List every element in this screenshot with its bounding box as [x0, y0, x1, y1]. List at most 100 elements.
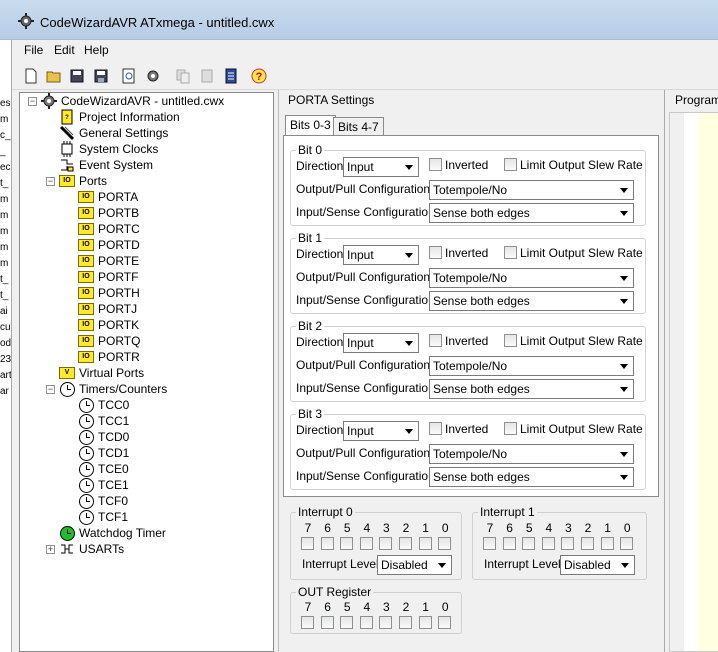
bit-0-limit-slew-checkbox[interactable] [504, 158, 517, 171]
chip-icon [58, 141, 76, 157]
bit-2-direction-select[interactable]: Input [343, 333, 419, 353]
interrupt-1-bit-6-checkbox[interactable] [502, 537, 516, 550]
out-register-bit-3-checkbox[interactable] [379, 616, 393, 629]
tree-item-portq[interactable]: IO PORTQ [77, 333, 140, 349]
bit-2-output-pull-select[interactable]: Totempole/No [429, 356, 634, 376]
bit-1-inverted-checkbox[interactable] [429, 246, 442, 259]
tree-item-tcd0[interactable]: TCD0 [77, 429, 129, 445]
tree-item-tcf1[interactable]: TCF1 [77, 509, 128, 525]
bit-1-output-pull-select[interactable]: Totempole/No [429, 268, 634, 288]
bit-1-direction-select[interactable]: Input [343, 245, 419, 265]
interrupt-1-bit-4-checkbox[interactable] [541, 537, 555, 550]
out-register-bit-0-checkbox[interactable] [438, 616, 452, 629]
save-all-icon[interactable] [92, 67, 110, 85]
paste-icon[interactable] [198, 67, 216, 85]
timers-expander[interactable]: − [46, 385, 55, 394]
usarts-expander[interactable]: + [46, 545, 55, 554]
preview-icon[interactable] [120, 67, 138, 85]
tree-item-project-information[interactable]: ? Project Information [58, 109, 180, 125]
tab-bits-4-7[interactable]: Bits 4-7 [333, 117, 384, 137]
interrupt-0-bit-6-checkbox[interactable] [320, 537, 334, 550]
out-register-bit-4-checkbox[interactable] [359, 616, 373, 629]
interrupt-0-bit-7-checkbox[interactable] [301, 537, 314, 550]
tree-item-tcf0[interactable]: TCF0 [77, 493, 128, 509]
tree-item-portf[interactable]: IO PORTF [77, 269, 138, 285]
interrupt-1-bit-3-checkbox[interactable] [561, 537, 575, 550]
root-expander[interactable]: − [28, 97, 37, 106]
tree-item-tcc0[interactable]: TCC0 [77, 397, 129, 413]
bit-0-direction-select[interactable]: Input [343, 157, 419, 177]
tree-item-portb[interactable]: IO PORTB [77, 205, 139, 221]
save-icon[interactable] [68, 67, 86, 85]
tree-item-portc[interactable]: IO PORTC [77, 221, 140, 237]
tree-item-tcd1[interactable]: TCD1 [77, 445, 129, 461]
ports-expander[interactable]: − [46, 177, 55, 186]
bit-0-input-sense-select[interactable]: Sense both edges [429, 203, 634, 223]
tree-item-event-system[interactable]: Event System [58, 157, 153, 173]
tree-item-system-clocks[interactable]: System Clocks [58, 141, 158, 157]
tree-item-portk[interactable]: IO PORTK [77, 317, 139, 333]
bit-3-direction-select[interactable]: Input [343, 421, 419, 441]
tree-item-timers-label: Timers/Counters [79, 382, 168, 396]
bit-3-limit-slew-checkbox[interactable] [504, 422, 517, 435]
bit-0-inverted-checkbox[interactable] [429, 158, 442, 171]
help-icon[interactable]: ? [250, 67, 268, 85]
interrupt-1-bit-0-checkbox[interactable] [620, 537, 634, 550]
interrupt-1-bit-5-checkbox[interactable] [522, 537, 536, 550]
tree-item-tce0[interactable]: TCE0 [77, 461, 129, 477]
interrupt-0-bit-1-checkbox[interactable] [418, 537, 432, 550]
interrupt-0-bit-3-checkbox[interactable] [379, 537, 393, 550]
bit-0-output-pull-select-value: Totempole/No [433, 183, 508, 197]
tab-bits-0-3[interactable]: Bits 0-3 [285, 115, 336, 137]
tree-item-tcc1[interactable]: TCC1 [77, 413, 129, 429]
tree-item-timers[interactable]: Timers/Counters [58, 381, 167, 397]
copy-icon[interactable] [174, 67, 192, 85]
tree-item-ports[interactable]: IO Ports [58, 173, 107, 189]
bit-1-limit-slew-checkbox[interactable] [504, 246, 517, 259]
tree-item-porta[interactable]: IO PORTA [77, 189, 138, 205]
out-register-bit-2-checkbox[interactable] [399, 616, 412, 629]
open-icon[interactable] [45, 67, 63, 85]
interrupt-0-level-select[interactable]: Disabled [377, 555, 452, 575]
bit-3-output-pull-select[interactable]: Totempole/No [429, 444, 634, 464]
bit-3-inverted-checkbox[interactable] [429, 422, 442, 435]
tree-item-general-settings[interactable]: General Settings [58, 125, 168, 141]
bit-2-limit-slew-checkbox[interactable] [504, 334, 517, 347]
project-tree[interactable]: − CodeWizardAVR - untitled.cwx? Project In… [19, 92, 274, 652]
tree-item-usarts[interactable]: USARTs [58, 541, 124, 557]
generate-icon[interactable] [144, 67, 162, 85]
tree-item-porth[interactable]: IO PORTH [77, 285, 140, 301]
out-register-bit-7-checkbox[interactable] [301, 616, 314, 629]
tree-item-virtual-ports[interactable]: V Virtual Ports [58, 365, 144, 381]
bit-3-input-sense-select[interactable]: Sense both edges [429, 467, 634, 487]
tree-item-portd[interactable]: IO PORTD [77, 237, 140, 253]
tree-item-porte[interactable]: IO PORTE [77, 253, 139, 269]
interrupt-1-bit-7-checkbox[interactable] [483, 537, 496, 550]
event-icon [58, 157, 76, 173]
tree-item-tce1[interactable]: TCE1 [77, 477, 129, 493]
out-register-bit-6-checkbox[interactable] [320, 616, 334, 629]
interrupt-0-bit-4-checkbox[interactable] [359, 537, 373, 550]
interrupt-1-level-select[interactable]: Disabled [560, 555, 635, 575]
interrupt-0-bit-2-checkbox[interactable] [399, 537, 412, 550]
bit-2-inverted-checkbox[interactable] [429, 334, 442, 347]
interrupt-0-bit-0-checkbox[interactable] [438, 537, 452, 550]
interrupt-1-bit-1-checkbox[interactable] [600, 537, 614, 550]
menu-edit[interactable]: Edit [54, 41, 75, 59]
out-register-bit-5-checkbox[interactable] [340, 616, 354, 629]
out-register-bit-1-checkbox[interactable] [418, 616, 432, 629]
bit-0-output-pull-select[interactable]: Totempole/No [429, 180, 634, 200]
bit-2-input-sense-select[interactable]: Sense both edges [429, 379, 634, 399]
bit-1-input-sense-select[interactable]: Sense both edges [429, 291, 634, 311]
notes-icon[interactable] [222, 67, 240, 85]
tree-root[interactable]: CodeWizardAVR - untitled.cwx [40, 93, 224, 109]
menu-help[interactable]: Help [84, 41, 109, 59]
interrupt-0-bit-5-checkbox[interactable] [340, 537, 354, 550]
new-icon[interactable] [22, 67, 40, 85]
tree-item-portr[interactable]: IO PORTR [77, 349, 140, 365]
tree-item-portj[interactable]: IO PORTJ [77, 301, 137, 317]
tree-item-watchdog[interactable]: Watchdog Timer [58, 525, 166, 541]
interrupt-1-bit-2-checkbox[interactable] [581, 537, 594, 550]
menu-file[interactable]: File [24, 41, 43, 59]
code-editor[interactable] [669, 112, 718, 652]
